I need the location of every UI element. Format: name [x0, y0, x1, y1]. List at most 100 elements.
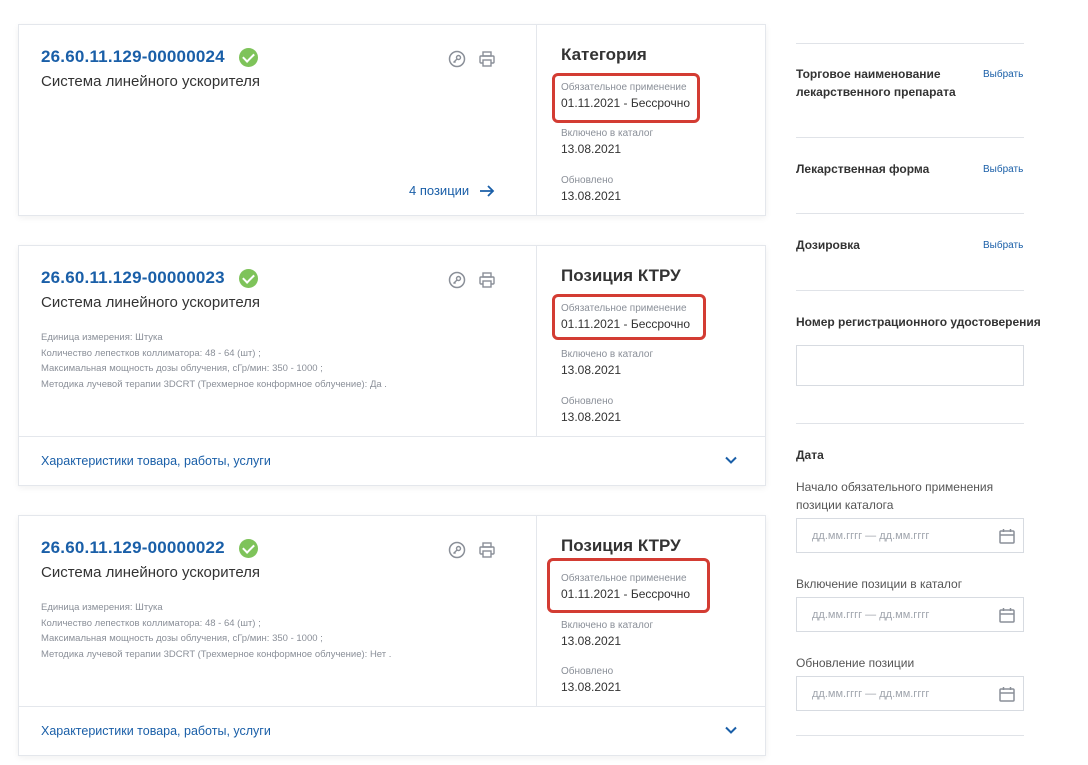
filter-divider	[796, 43, 1024, 44]
item-properties: Единица измерения: Штука Количество лепе…	[41, 330, 387, 392]
property-line: Единица измерения: Штука	[41, 602, 163, 613]
ktru-code-link[interactable]: 26.60.11.129-00000023	[41, 268, 225, 288]
filter-dosage-label: Дозировка	[796, 238, 860, 252]
card-actions	[447, 49, 497, 69]
included-label: Включено в каталог	[561, 349, 654, 360]
mandatory-block: Обязательное применение 01.11.2021 - Бес…	[561, 82, 690, 110]
card-actions	[447, 270, 497, 290]
code-row: 26.60.11.129-00000024	[41, 47, 258, 67]
chevron-down-icon	[725, 726, 737, 734]
calendar-icon[interactable]	[999, 528, 1015, 544]
filter-label-line: лекарственного препарата	[796, 85, 956, 99]
characteristics-toggle[interactable]: Характеристики товара, работы, услуги	[19, 436, 765, 485]
updated-label: Обновлено	[561, 396, 614, 407]
update-date-range-input[interactable]: дд.мм.гггг — дд.мм.гггг	[796, 676, 1024, 711]
item-type: Позиция КТРУ	[561, 266, 681, 285]
catalog-card-1: 26.60.11.129-00000024 Система линейного …	[18, 24, 766, 216]
filter-divider	[796, 290, 1024, 291]
updated-label: Обновлено	[561, 666, 614, 677]
filter-label-line: Торговое наименование	[796, 67, 941, 81]
filter-divider	[796, 137, 1024, 138]
mandatory-value: 01.11.2021 - Бессрочно	[561, 317, 691, 331]
updated-value: 13.08.2021	[561, 189, 622, 203]
update-date-label: Обновление позиции	[796, 656, 915, 670]
updated-label: Обновлено	[561, 175, 614, 186]
mandatory-value: 01.11.2021 - Бессрочно	[561, 587, 691, 601]
updated-value: 13.08.2021	[561, 680, 622, 694]
filter-reg-number-label: Номер регистрационного удостоверения	[796, 315, 1041, 329]
date-placeholder: дд.мм.гггг — дд.мм.гггг	[812, 608, 930, 621]
ktru-code-link[interactable]: 26.60.11.129-00000022	[41, 538, 225, 558]
positions-link[interactable]: 4 позиции	[409, 183, 495, 198]
start-date-range-input[interactable]: дд.мм.гггг — дд.мм.гггг	[796, 518, 1024, 553]
item-name: Система линейного ускорителя	[41, 73, 261, 90]
filter-divider	[796, 423, 1024, 424]
filter-form-label: Лекарственная форма	[796, 162, 930, 176]
included-label: Включено в каталог	[561, 620, 654, 631]
catalog-card-2: 26.60.11.129-00000023 Система линейного …	[18, 245, 766, 486]
print-icon[interactable]	[477, 49, 497, 69]
key-icon[interactable]	[447, 540, 467, 560]
start-date-label: Начало обязательного применения позиции …	[796, 478, 993, 514]
check-circle-icon	[238, 47, 258, 67]
arrow-right-icon	[480, 184, 495, 197]
card-side: Позиция КТРУ Обязательное применение 01.…	[536, 516, 765, 706]
filter-label-line: Начало обязательного применения	[796, 480, 994, 494]
item-properties: Единица измерения: Штука Количество лепе…	[41, 600, 391, 662]
card-actions	[447, 540, 497, 560]
reg-number-input[interactable]	[796, 345, 1024, 386]
catalog-card-3: 26.60.11.129-00000022 Система линейного …	[18, 515, 766, 756]
included-label: Включено в каталог	[561, 128, 654, 139]
filter-label-line: позиции каталога	[796, 498, 894, 512]
filter-trade-name-label: Торговое наименование лекарственного пре…	[796, 65, 956, 101]
property-line: Количество лепестков коллиматора: 48 - 6…	[41, 347, 261, 359]
characteristics-toggle[interactable]: Характеристики товара, работы, услуги	[19, 706, 765, 755]
check-circle-icon	[238, 538, 258, 558]
form-choose-link[interactable]: Выбрать	[983, 164, 1023, 175]
characteristics-label: Характеристики товара, работы, услуги	[41, 454, 271, 468]
included-value: 13.08.2021	[561, 142, 622, 156]
ktru-code-link[interactable]: 26.60.11.129-00000024	[41, 47, 225, 67]
item-type: Позиция КТРУ	[561, 536, 681, 555]
updated-block: Обновлено 13.08.2021	[561, 666, 621, 694]
included-block: Включено в каталог 13.08.2021	[561, 349, 653, 377]
mandatory-label: Обязательное применение	[561, 303, 687, 314]
card-side: Позиция КТРУ Обязательное применение 01.…	[536, 246, 765, 436]
chevron-down-icon	[725, 456, 737, 464]
filter-divider	[796, 735, 1024, 736]
key-icon[interactable]	[447, 270, 467, 290]
calendar-icon[interactable]	[999, 607, 1015, 623]
print-icon[interactable]	[477, 270, 497, 290]
property-line: Максимальная мощность дозы облучения, сГ…	[41, 633, 323, 644]
updated-block: Обновлено 13.08.2021	[561, 175, 621, 203]
date-placeholder: дд.мм.гггг — дд.мм.гггг	[812, 529, 930, 542]
included-value: 13.08.2021	[561, 363, 622, 377]
characteristics-label: Характеристики товара, работы, услуги	[41, 724, 271, 738]
inclusion-date-label: Включение позиции в каталог	[796, 577, 963, 591]
mandatory-block: Обязательное применение 01.11.2021 - Бес…	[561, 303, 690, 331]
inclusion-date-range-input[interactable]: дд.мм.гггг — дд.мм.гггг	[796, 597, 1024, 632]
mandatory-label: Обязательное применение	[561, 82, 687, 93]
mandatory-value: 01.11.2021 - Бессрочно	[561, 96, 691, 110]
check-circle-icon	[238, 268, 258, 288]
filter-divider	[796, 213, 1024, 214]
property-line: Максимальная мощность дозы облучения, сГ…	[41, 363, 323, 374]
property-line: Единица измерения: Штука	[41, 332, 163, 343]
property-line: Методика лучевой терапии 3DCRT (Трехмерн…	[41, 648, 392, 660]
calendar-icon[interactable]	[999, 686, 1015, 702]
code-row: 26.60.11.129-00000022	[41, 538, 258, 558]
mandatory-block: Обязательное применение 01.11.2021 - Бес…	[561, 573, 690, 601]
code-row: 26.60.11.129-00000023	[41, 268, 258, 288]
item-type: Категория	[561, 45, 647, 64]
key-icon[interactable]	[447, 49, 467, 69]
property-line: Методика лучевой терапии 3DCRT (Трехмерн…	[41, 378, 387, 390]
date-placeholder: дд.мм.гггг — дд.мм.гггг	[812, 687, 930, 700]
included-block: Включено в каталог 13.08.2021	[561, 128, 653, 156]
dosage-choose-link[interactable]: Выбрать	[983, 240, 1023, 251]
trade-name-choose-link[interactable]: Выбрать	[983, 69, 1023, 80]
updated-value: 13.08.2021	[561, 410, 622, 424]
card-side: Категория Обязательное применение 01.11.…	[536, 25, 765, 215]
print-icon[interactable]	[477, 540, 497, 560]
updated-block: Обновлено 13.08.2021	[561, 396, 621, 424]
positions-link-label: 4 позиции	[409, 183, 470, 198]
